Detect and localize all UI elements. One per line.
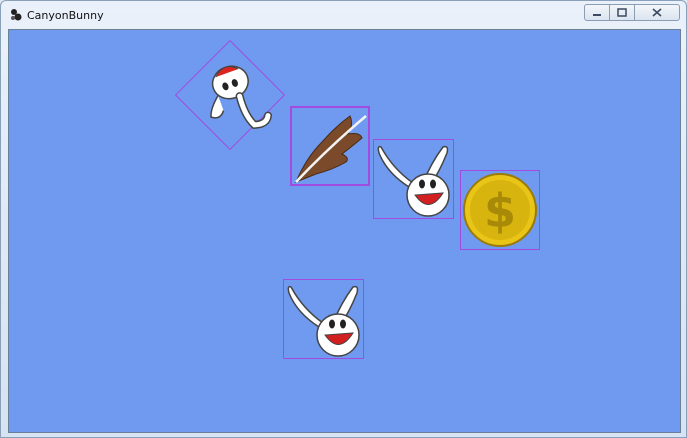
close-icon (652, 8, 662, 17)
minimize-icon (593, 13, 601, 16)
svg-text:$: $ (484, 184, 516, 238)
bunny-head-2-sprite (287, 285, 360, 357)
title-bar[interactable]: CanyonBunny (1, 1, 686, 29)
maximize-button[interactable] (609, 4, 635, 21)
gold-coin-sprite: $ (463, 173, 537, 247)
app-window: CanyonBunny $ (0, 0, 687, 438)
window-title: CanyonBunny (27, 9, 104, 22)
feather-sprite (295, 115, 367, 183)
maximize-icon (617, 8, 627, 17)
bunny-falling-sprite (210, 65, 272, 129)
game-canvas[interactable]: $ (8, 29, 681, 433)
app-icon (11, 9, 22, 21)
bunny-head-1-sprite (377, 145, 450, 217)
minimize-button[interactable] (584, 4, 610, 21)
close-button[interactable] (634, 4, 680, 21)
